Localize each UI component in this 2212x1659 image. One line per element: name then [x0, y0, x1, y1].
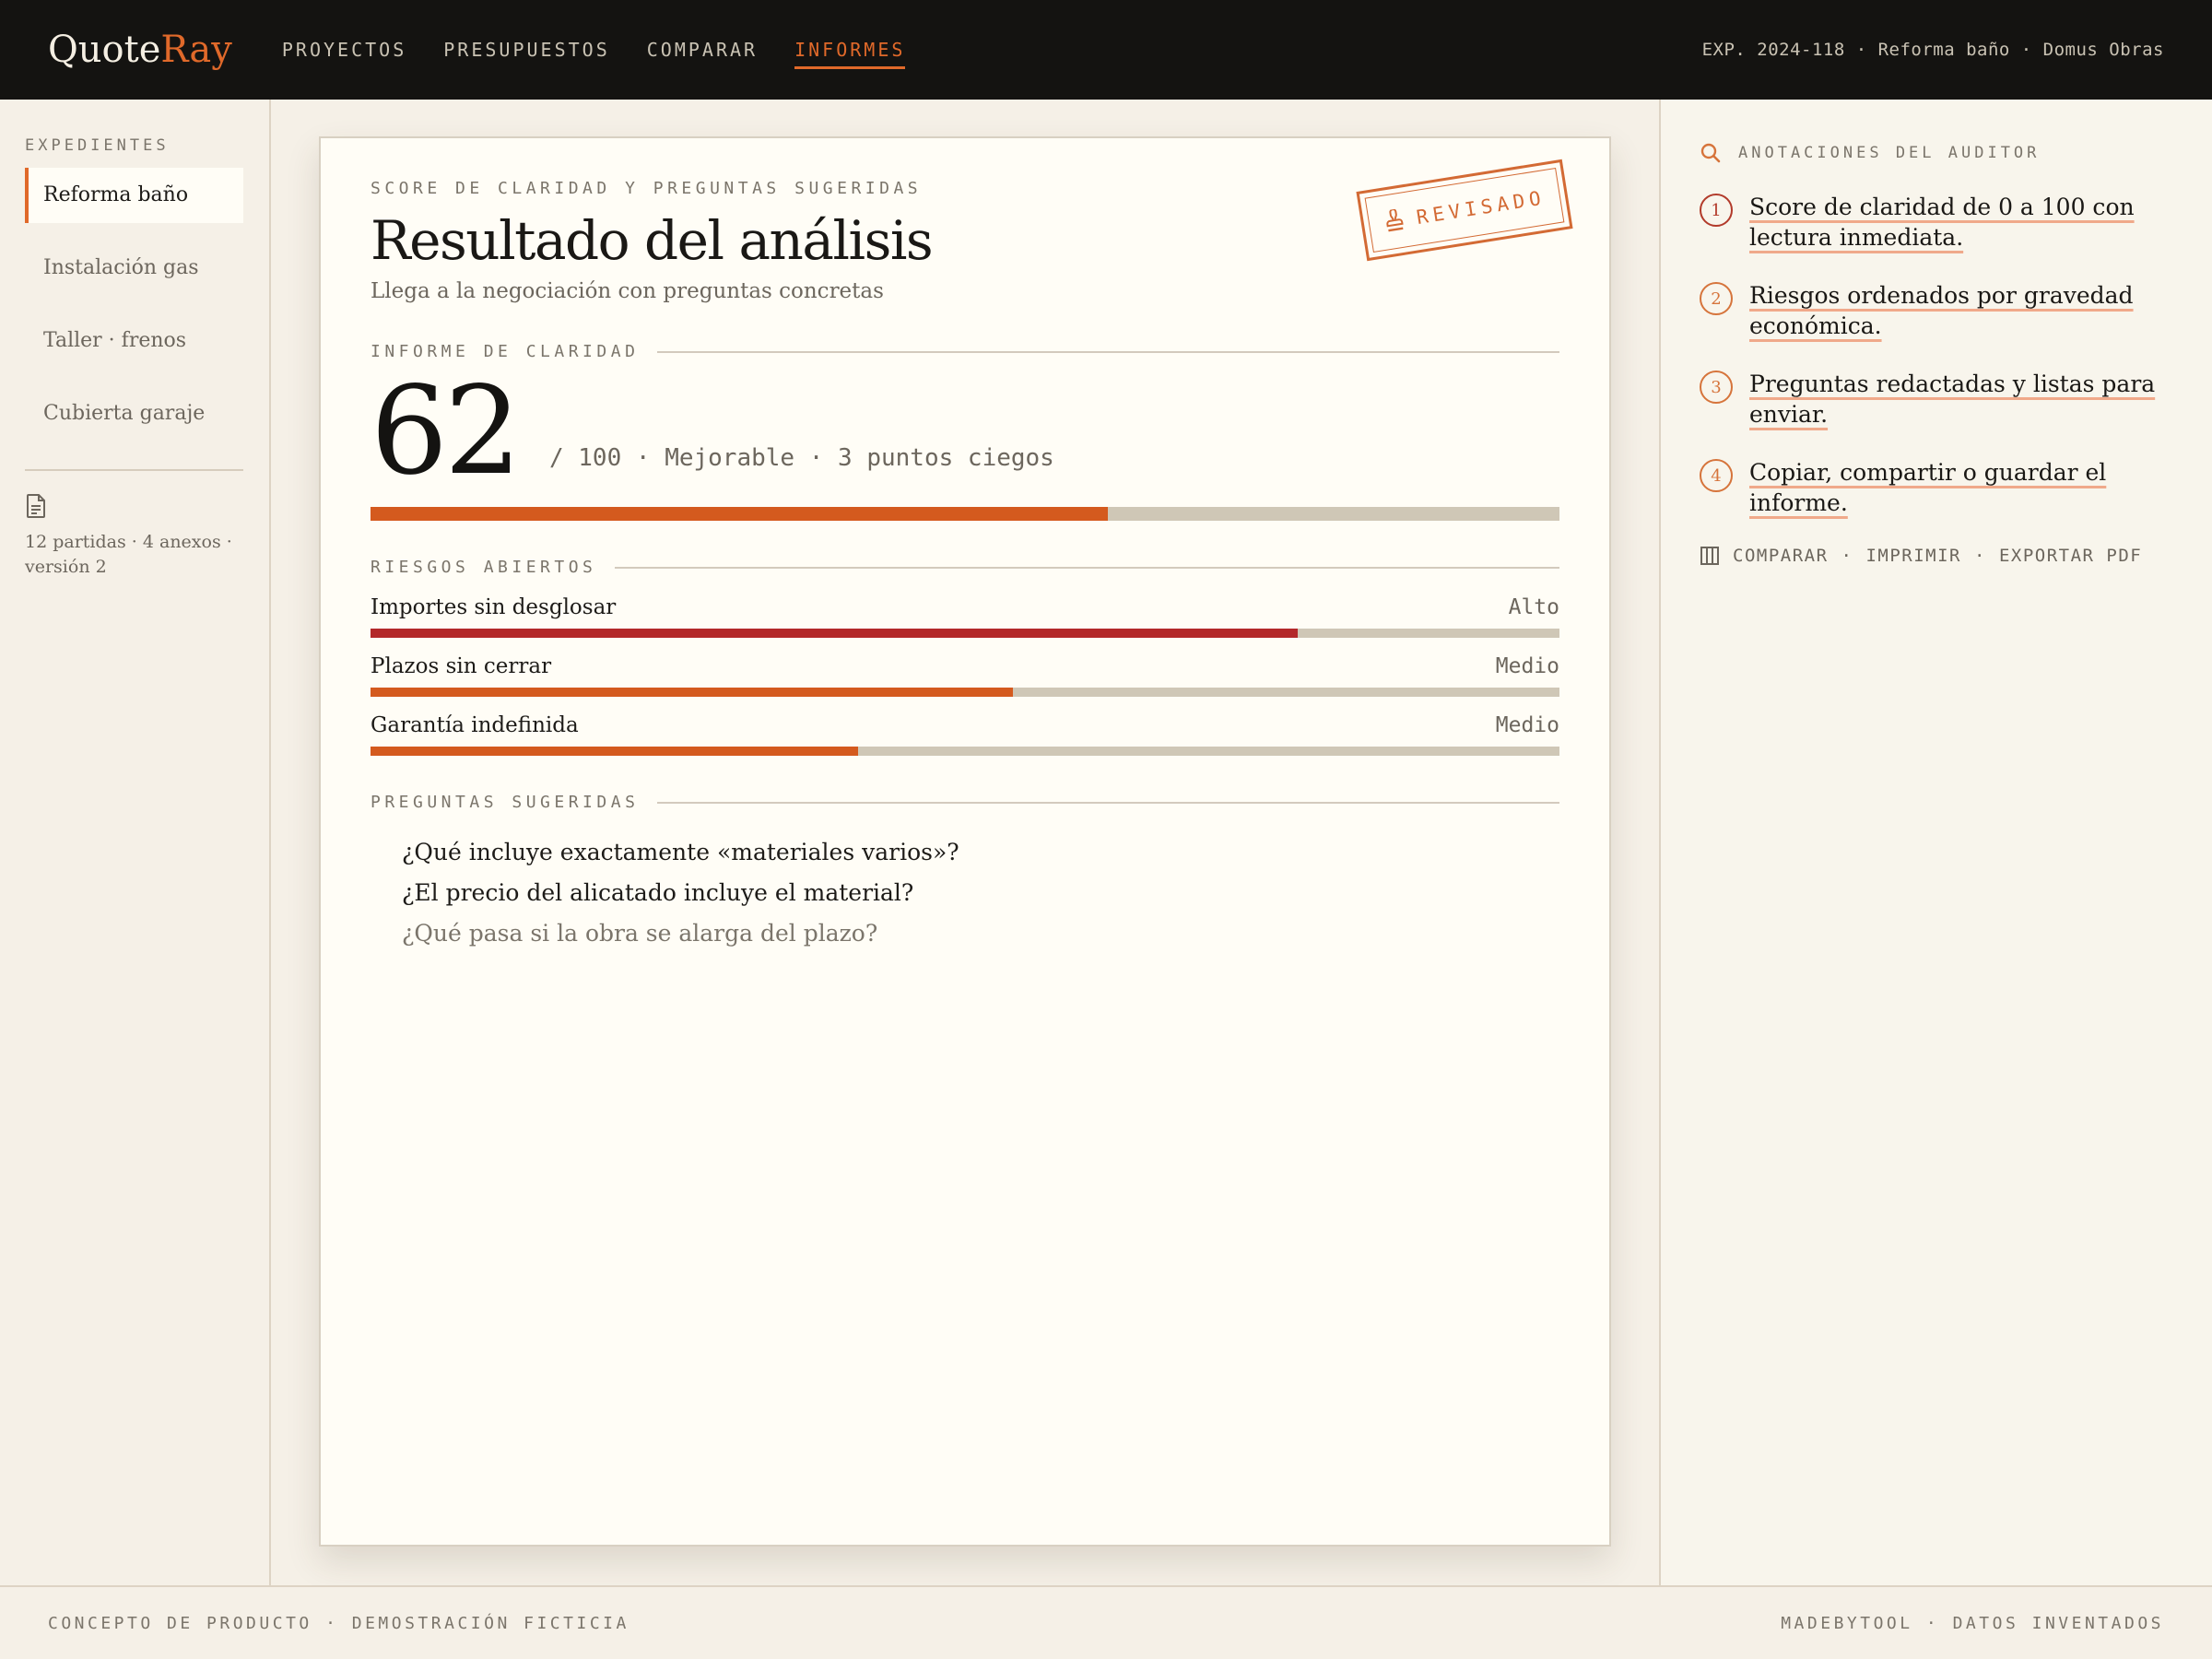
questions-heading-text: PREGUNTAS SUGERIDAS [371, 793, 640, 812]
footer-right-text: MADEBYTOOL · DATOS INVENTADOS [1781, 1613, 2164, 1633]
risk-label: Plazos sin cerrar [371, 654, 552, 678]
report-card: SCORE DE CLARIDAD Y PREGUNTAS SUGERIDAS … [319, 136, 1611, 1547]
columns-icon [1700, 547, 1719, 565]
clarity-heading-rule [657, 350, 1559, 353]
file-summary: 12 partidas · 4 anexos · versión 2 [25, 530, 243, 580]
note-number: 1 [1700, 194, 1733, 227]
report-subtitle: Llega a la negociación con preguntas con… [371, 279, 884, 303]
risk-level: Medio [1495, 713, 1559, 737]
nav-item-proyectos[interactable]: PROYECTOS [282, 31, 406, 69]
app-logo[interactable]: QuoteRay [48, 29, 232, 71]
risk-bar-fill [371, 688, 1013, 697]
clarity-score-value: 62 [371, 360, 522, 502]
auditor-heading-text: ANOTACIONES DEL AUDITOR [1738, 144, 2041, 162]
note-text: Riesgos ordenados por gravedad económica… [1749, 282, 2134, 339]
action-separator: · [1841, 546, 1853, 566]
clarity-score-bar-fill [371, 507, 1108, 521]
suggested-question[interactable]: ¿El precio del alicatado incluye el mate… [402, 873, 1559, 913]
note-number: 3 [1700, 371, 1733, 404]
risk-item-importes: Importes sin desglosar Alto [371, 595, 1559, 638]
sidebar-item-taller-frenos[interactable]: Taller · frenos [25, 313, 243, 369]
note-number: 2 [1700, 282, 1733, 315]
auditor-note: 2 Riesgos ordenados por gravedad económi… [1700, 280, 2170, 341]
stamp-icon [1386, 208, 1405, 232]
risk-bar [371, 747, 1559, 756]
suggested-question[interactable]: ¿Qué pasa si la obra se alarga del plazo… [402, 913, 1559, 954]
note-text: Preguntas redactadas y listas para envia… [1749, 371, 2156, 428]
compare-action[interactable]: COMPARAR [1733, 546, 1829, 566]
risk-bar-fill [371, 747, 858, 756]
nav-item-comparar[interactable]: COMPARAR [647, 31, 758, 69]
export-pdf-action[interactable]: EXPORTAR PDF [1999, 546, 2142, 566]
suggested-questions-list: ¿Qué incluye exactamente «materiales var… [371, 832, 1559, 954]
nav-item-presupuestos[interactable]: PRESUPUESTOS [443, 31, 610, 69]
footer: CONCEPTO DE PRODUCTO · DEMOSTRACIÓN FICT… [0, 1585, 2212, 1659]
auditor-panel-heading: ANOTACIONES DEL AUDITOR [1700, 142, 2170, 164]
note-number: 4 [1700, 459, 1733, 492]
questions-heading-rule [657, 801, 1559, 804]
sidebar-divider [25, 469, 243, 471]
auditor-panel: ANOTACIONES DEL AUDITOR 1 Score de clari… [1659, 100, 2212, 1585]
auditor-note: 1 Score de claridad de 0 a 100 con lectu… [1700, 192, 2170, 253]
logo-text-quote: Quote [48, 29, 161, 71]
note-text: Copiar, compartir o guardar el informe. [1749, 459, 2107, 516]
document-icon [27, 494, 45, 518]
file-summary-line1: 12 partidas · 4 anexos · [25, 532, 232, 552]
main-nav: PROYECTOS PRESUPUESTOS COMPARAR INFORMES [282, 31, 906, 69]
auditor-note: 3 Preguntas redactadas y listas para env… [1700, 369, 2170, 429]
risk-level: Medio [1495, 654, 1559, 678]
file-summary-line2: versión 2 [25, 557, 107, 577]
logo-text-ray: Ray [160, 29, 232, 71]
footer-left-text: CONCEPTO DE PRODUCTO · DEMOSTRACIÓN FICT… [48, 1613, 629, 1633]
print-action[interactable]: IMPRIMIR [1865, 546, 1961, 566]
risk-item-plazos: Plazos sin cerrar Medio [371, 654, 1559, 697]
risks-heading-text: RIESGOS ABIERTOS [371, 558, 597, 577]
auditor-notes: 1 Score de claridad de 0 a 100 con lectu… [1700, 192, 2170, 518]
nav-item-informes[interactable]: INFORMES [794, 31, 906, 69]
clarity-score-meta: / 100 · Mejorable · 3 puntos ciegos [548, 444, 1054, 472]
risk-level: Alto [1508, 595, 1559, 619]
report-actions: COMPARAR · IMPRIMIR · EXPORTAR PDF [1700, 546, 2170, 566]
risks-section-heading: RIESGOS ABIERTOS [371, 558, 1559, 577]
risk-label: Importes sin desglosar [371, 595, 617, 619]
risks-heading-rule [615, 566, 1559, 569]
search-icon [1700, 143, 1721, 163]
sidebar-item-instalacion-gas[interactable]: Instalación gas [25, 241, 243, 296]
sidebar: EXPEDIENTES Reforma baño Instalación gas… [0, 100, 271, 1585]
clarity-heading-text: INFORME DE CLARIDAD [371, 342, 640, 361]
auditor-note: 4 Copiar, compartir o guardar el informe… [1700, 457, 2170, 518]
clarity-section-heading: INFORME DE CLARIDAD [371, 342, 1559, 361]
sidebar-item-cubierta-garaje[interactable]: Cubierta garaje [25, 386, 243, 441]
sidebar-item-reforma-bano[interactable]: Reforma baño [25, 168, 243, 223]
stamp-label: REVISADO [1415, 186, 1547, 229]
sidebar-heading: EXPEDIENTES [25, 136, 170, 155]
score-row: 62 / 100 · Mejorable · 3 puntos ciegos [371, 360, 1559, 502]
top-bar: QuoteRay PROYECTOS PRESUPUESTOS COMPARAR… [0, 0, 2212, 100]
note-text: Score de claridad de 0 a 100 con lectura… [1749, 194, 2135, 251]
clarity-score-bar [371, 507, 1559, 521]
risk-item-garantia: Garantía indefinida Medio [371, 713, 1559, 756]
risk-label: Garantía indefinida [371, 713, 579, 737]
risk-bar [371, 688, 1559, 697]
questions-section-heading: PREGUNTAS SUGERIDAS [371, 793, 1559, 812]
risk-bar-fill [371, 629, 1299, 638]
risk-bar [371, 629, 1559, 638]
case-meta: EXP. 2024-118 · Reforma baño · Domus Obr… [1701, 40, 2164, 60]
suggested-question[interactable]: ¿Qué incluye exactamente «materiales var… [402, 832, 1559, 873]
action-separator: · [1973, 546, 1986, 566]
